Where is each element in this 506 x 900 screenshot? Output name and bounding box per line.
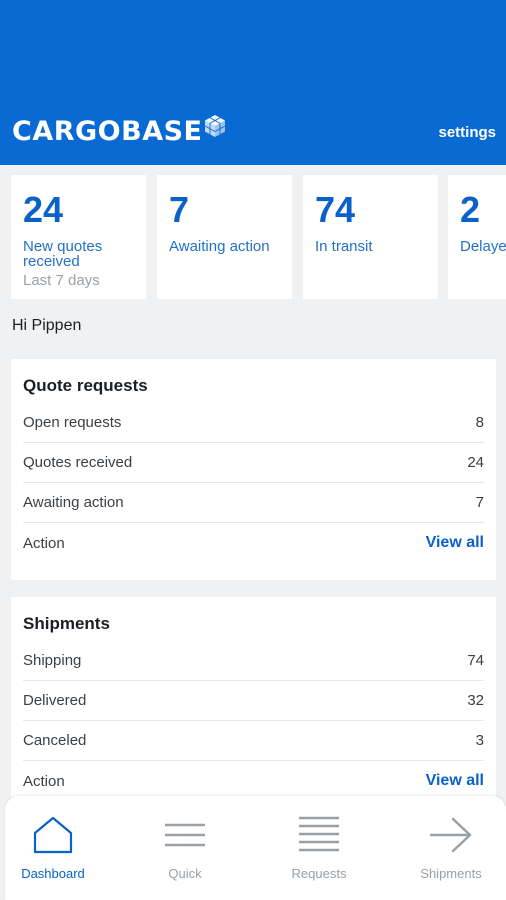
nav-label: Quick <box>168 866 202 881</box>
open-requests-row[interactable]: Open requests 8 <box>23 403 484 443</box>
stat-card-in-transit[interactable]: 74 In transit <box>303 175 438 299</box>
nav-label: Requests <box>291 866 347 881</box>
logo-text: CARGOBASE <box>12 116 203 147</box>
row-value: 3 <box>475 732 484 749</box>
nav-label: Shipments <box>420 866 482 881</box>
stat-value: 74 <box>315 189 356 230</box>
row-label: Open requests <box>23 414 122 431</box>
canceled-row[interactable]: Canceled 3 <box>23 721 484 761</box>
nav-dashboard[interactable]: Dashboard <box>0 814 108 881</box>
delivered-row[interactable]: Delivered 32 <box>23 681 484 721</box>
stat-subtitle: Last 7 days <box>23 272 100 289</box>
stat-value: 2 <box>460 189 481 230</box>
action-row: Action View all <box>23 523 484 563</box>
row-value: 7 <box>475 494 484 511</box>
stat-label: Awaiting action <box>169 238 270 255</box>
stat-card-delayed[interactable]: 2 Delayed <box>448 175 506 299</box>
row-value: 24 <box>467 454 484 471</box>
stats-carousel[interactable]: 24 New quotes received Last 7 days 7 Awa… <box>11 175 506 299</box>
panel-title: Quote requests <box>23 376 148 395</box>
arrow-right-icon <box>396 814 506 856</box>
row-value: 8 <box>475 414 484 431</box>
stat-label: Delayed <box>460 238 506 255</box>
row-label: Awaiting action <box>23 494 124 511</box>
stat-value: 24 <box>23 189 64 230</box>
row-value: 74 <box>467 652 484 669</box>
stat-label: In transit <box>315 238 373 255</box>
home-icon <box>0 814 108 856</box>
quote-requests-panel: Quote requests Open requests 8 Quotes re… <box>11 359 496 580</box>
app-header: CARGOBASE settings <box>0 0 506 165</box>
greeting-text: Hi Pippen <box>12 317 82 334</box>
row-value: 32 <box>467 692 484 709</box>
nav-shipments[interactable]: Shipments <box>396 814 506 881</box>
nav-label: Dashboard <box>21 866 85 881</box>
stat-value: 7 <box>169 189 190 230</box>
quotes-received-row[interactable]: Quotes received 24 <box>23 443 484 483</box>
stat-label: New quotes received <box>23 238 103 270</box>
menu-lines-icon <box>130 814 240 856</box>
settings-link[interactable]: settings <box>438 124 496 141</box>
view-all-quotes-link[interactable]: View all <box>426 534 484 552</box>
cube-logo-icon <box>204 114 226 143</box>
stat-card-new-quotes[interactable]: 24 New quotes received Last 7 days <box>11 175 146 299</box>
bottom-navigation: Dashboard Quick Requests Shipments <box>5 796 506 900</box>
shipping-row[interactable]: Shipping 74 <box>23 641 484 681</box>
row-label: Delivered <box>23 692 87 709</box>
action-row: Action View all <box>23 761 484 801</box>
stat-card-awaiting-action[interactable]: 7 Awaiting action <box>157 175 292 299</box>
shipments-panel: Shipments Shipping 74 Delivered 32 Cance… <box>11 597 496 807</box>
list-icon <box>264 814 374 856</box>
logo: CARGOBASE <box>12 114 226 147</box>
row-label: Canceled <box>23 732 87 749</box>
nav-requests[interactable]: Requests <box>264 814 374 881</box>
row-label: Action <box>23 772 65 790</box>
row-label: Quotes received <box>23 454 133 471</box>
row-label: Shipping <box>23 652 82 669</box>
panel-title: Shipments <box>23 614 110 633</box>
view-all-shipments-link[interactable]: View all <box>426 772 484 790</box>
nav-quick[interactable]: Quick <box>130 814 240 881</box>
awaiting-action-row[interactable]: Awaiting action 7 <box>23 483 484 523</box>
row-label: Action <box>23 534 65 552</box>
